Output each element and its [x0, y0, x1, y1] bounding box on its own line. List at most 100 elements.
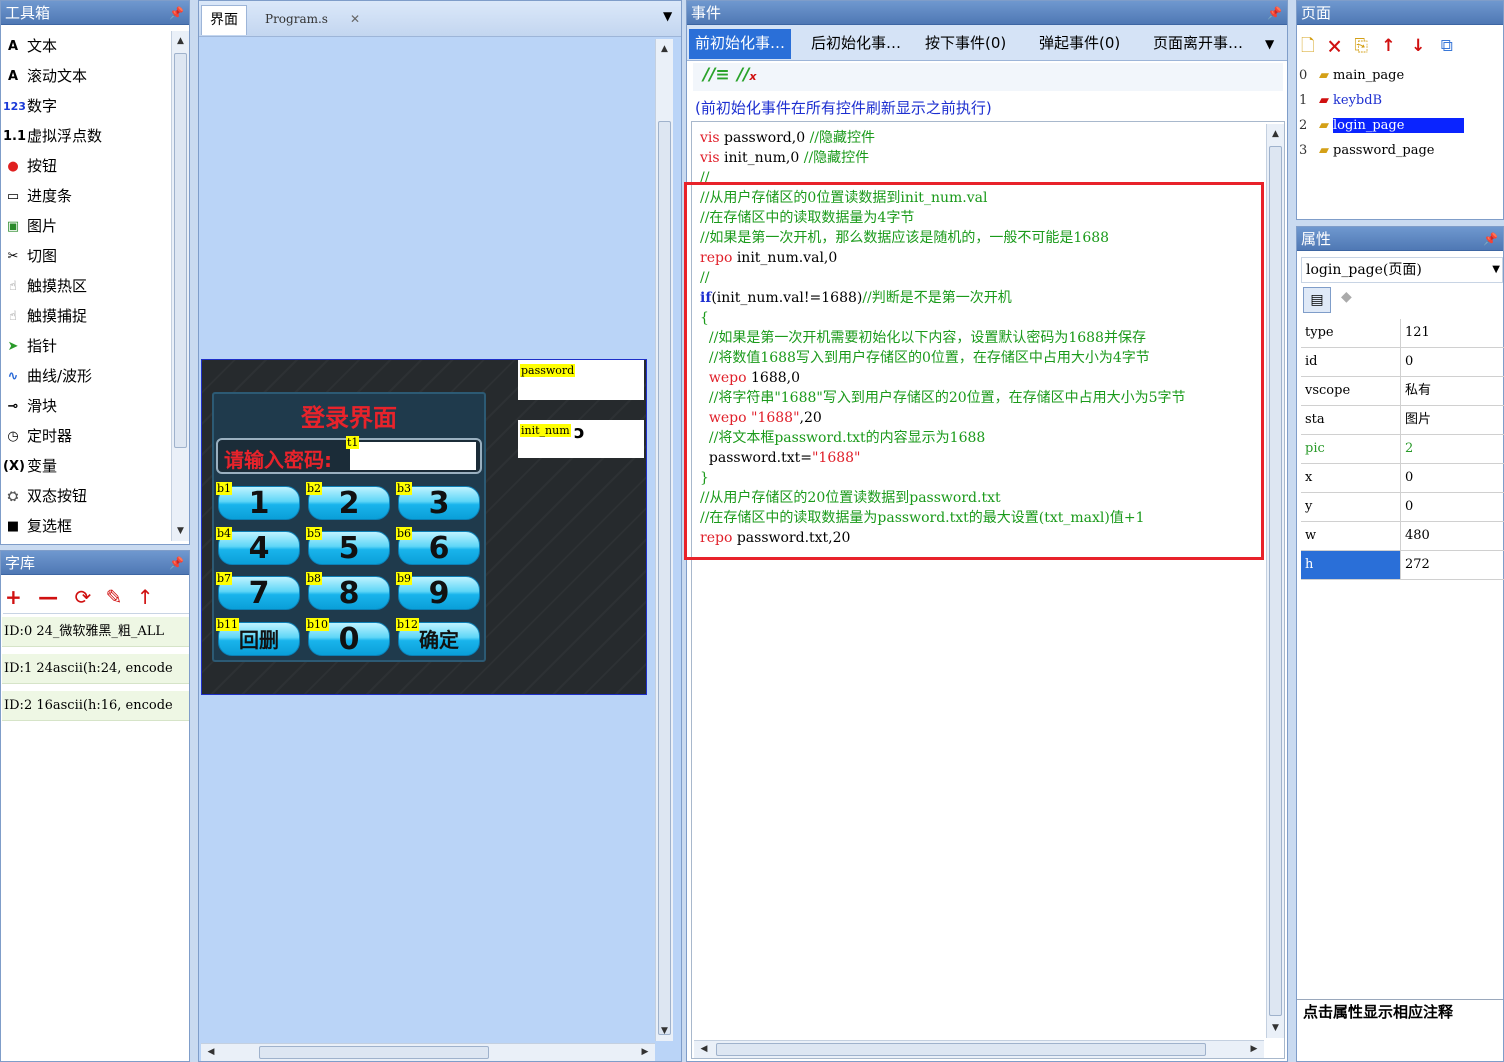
property-row[interactable]: id 0 [1301, 348, 1504, 377]
page-item[interactable]: 3 ▰ password_page [1299, 140, 1503, 162]
move-up-icon[interactable]: ↑ [1381, 36, 1395, 56]
categorized-icon[interactable]: ▤ [1303, 287, 1331, 313]
hmi-screen[interactable]: 登录界面 请输入密码: t1 1 b1 2 b2 3 b3 4 b4 5 b5 6 b6 7 b7 8 b8 9… [201, 359, 647, 695]
scroll-down-icon[interactable]: ▼ [656, 1023, 673, 1039]
property-value[interactable]: 私有 [1405, 377, 1504, 405]
property-row[interactable]: y0 [1301, 493, 1504, 522]
property-row[interactable]: sta 图片 [1301, 406, 1504, 435]
property-row[interactable]: h 272 [1301, 551, 1504, 580]
pin-icon[interactable]: 📌 [169, 1, 184, 25]
tool-item[interactable]: ∿ 曲线/波形 [3, 361, 163, 391]
toolbox-scrollbar[interactable]: ▲ ▼ [171, 31, 189, 541]
pin-icon[interactable]: 📌 [169, 551, 184, 575]
property-value[interactable]: 2 [1405, 435, 1504, 463]
tab-interface[interactable]: 界面 [201, 5, 247, 35]
page-name: login_page [1333, 118, 1465, 133]
property-value[interactable]: 480 [1405, 522, 1504, 550]
event-tab[interactable]: 后初始化事… [805, 29, 907, 59]
tool-item[interactable]: ☝ 触摸热区 [3, 271, 163, 301]
tool-item[interactable]: ▣ 图片 [3, 211, 163, 241]
tool-item[interactable]: ■ 复选框 [3, 511, 163, 541]
tool-item[interactable]: ✂ 切图 [3, 241, 163, 271]
scroll-thumb[interactable] [1269, 146, 1282, 1016]
scroll-thumb[interactable] [259, 1046, 489, 1059]
scroll-left-icon[interactable]: ◀ [203, 1044, 219, 1061]
copy-page-icon[interactable]: ⧉ [1441, 36, 1453, 56]
property-row[interactable]: type 121 [1301, 319, 1504, 348]
delete-page-icon[interactable]: 🗙 [1328, 36, 1341, 56]
tool-item[interactable]: ☝ 触摸捕捉 [3, 301, 163, 331]
tool-item[interactable]: ➤ 指针 [3, 331, 163, 361]
tool-item[interactable]: ▭ 进度条 [3, 181, 163, 211]
tool-item[interactable]: ◷ 定时器 [3, 421, 163, 451]
scroll-up-icon[interactable]: ▲ [656, 41, 673, 57]
code-vscrollbar[interactable]: ▲ ▼ [1266, 124, 1284, 1038]
tool-item[interactable]: ● 按钮 [3, 151, 163, 181]
event-tab[interactable]: 页面离开事… [1147, 29, 1249, 59]
property-value[interactable]: 0 [1405, 493, 1504, 521]
scroll-right-icon[interactable]: ▶ [637, 1044, 653, 1061]
uncomment-icon[interactable]: //x [737, 65, 757, 85]
scroll-down-icon[interactable]: ▼ [1267, 1020, 1284, 1036]
tool-item[interactable]: A 文本 [3, 31, 163, 61]
scroll-thumb[interactable] [174, 53, 187, 448]
event-tab[interactable]: 弹起事件(0) [1033, 29, 1126, 59]
chevron-down-icon[interactable]: ▼ [663, 9, 672, 23]
pin-icon[interactable]: 📌 [1267, 1, 1282, 25]
scroll-up-icon[interactable]: ▲ [1267, 126, 1284, 142]
scroll-left-icon[interactable]: ◀ [696, 1041, 712, 1058]
property-value[interactable]: 图片 [1405, 406, 1504, 434]
property-row[interactable]: vscope 私有 [1301, 377, 1504, 406]
arrow-up-icon[interactable]: ↑ [137, 585, 154, 609]
tool-label: 曲线/波形 [27, 367, 93, 385]
code-hscrollbar[interactable]: ◀ ▶ [694, 1040, 1264, 1058]
tab-program[interactable]: Program.s ✕ [257, 5, 368, 35]
tool-item[interactable]: ⊸ 滑块 [3, 391, 163, 421]
font-item[interactable]: ID:2 16ascii(h:16, encode [2, 691, 189, 721]
property-row[interactable]: w 480 [1301, 522, 1504, 551]
code-editor[interactable]: vis password,0 //隐藏控件 vis init_num,0 //隐藏… [684, 121, 1285, 1059]
insert-page-icon[interactable]: ⎘ [1354, 36, 1368, 56]
page-item[interactable]: 0 ▰ main_page [1299, 65, 1503, 87]
tool-item[interactable]: A 滚动文本 [3, 61, 163, 91]
add-icon[interactable]: + [5, 585, 22, 609]
chevron-down-icon[interactable]: ▼ [1265, 37, 1274, 51]
property-value[interactable]: 272 [1405, 551, 1504, 579]
property-value[interactable]: 0 [1405, 348, 1504, 376]
canvas-vscrollbar[interactable]: ▲ ▼ [655, 39, 673, 1041]
scroll-down-icon[interactable]: ▼ [172, 523, 189, 539]
pin-icon[interactable]: 📌 [1483, 227, 1498, 251]
add-page-icon[interactable]: 🗋 [1301, 36, 1315, 56]
tool-item[interactable]: (X) 变量 [3, 451, 163, 481]
comment-icon[interactable]: //≡ [703, 65, 730, 85]
edit-icon[interactable]: ✎ [106, 585, 123, 609]
move-down-icon[interactable]: ↓ [1411, 36, 1425, 56]
property-value[interactable]: 121 [1405, 319, 1504, 347]
scroll-thumb[interactable] [716, 1043, 1206, 1056]
refresh-icon[interactable]: ⟳ [74, 585, 91, 609]
tool-item[interactable]: 1.1虚拟浮点数 [3, 121, 163, 151]
canvas-hscrollbar[interactable]: ◀ ▶ [201, 1043, 655, 1061]
font-item[interactable]: ID:0 24_微软雅黑_粗_ALL [2, 617, 189, 647]
page-item[interactable]: 2 ▰ login_page [1299, 115, 1503, 137]
property-row[interactable]: x0 [1301, 464, 1504, 493]
remove-icon[interactable]: — [38, 585, 58, 609]
tool-item[interactable]: ⛭ 双态按钮 [3, 481, 163, 511]
event-tab[interactable]: 前初始化事… [689, 29, 792, 59]
property-row[interactable]: pic 2 [1301, 435, 1504, 464]
page-item[interactable]: 1 ▰ keybdB [1299, 90, 1503, 112]
chevron-down-icon[interactable]: ▼ [1492, 258, 1500, 282]
font-item[interactable]: ID:1 24ascii(h:24, encode [2, 654, 189, 684]
sort-icon[interactable]: ◆ [1341, 289, 1352, 305]
scroll-up-icon[interactable]: ▲ [172, 33, 189, 49]
property-value[interactable]: 0 [1405, 464, 1504, 492]
event-tab[interactable]: 按下事件(0) [919, 29, 1012, 59]
tool-label: 进度条 [27, 187, 73, 205]
scroll-thumb[interactable] [658, 121, 671, 1035]
scroll-right-icon[interactable]: ▶ [1246, 1041, 1262, 1058]
close-icon[interactable]: ✕ [350, 12, 360, 26]
property-key: id [1301, 348, 1401, 376]
tool-item[interactable]: 123数字 [3, 91, 163, 121]
text-t1[interactable] [350, 442, 476, 470]
object-selector[interactable]: login_page(页面) ▼ [1301, 257, 1503, 283]
